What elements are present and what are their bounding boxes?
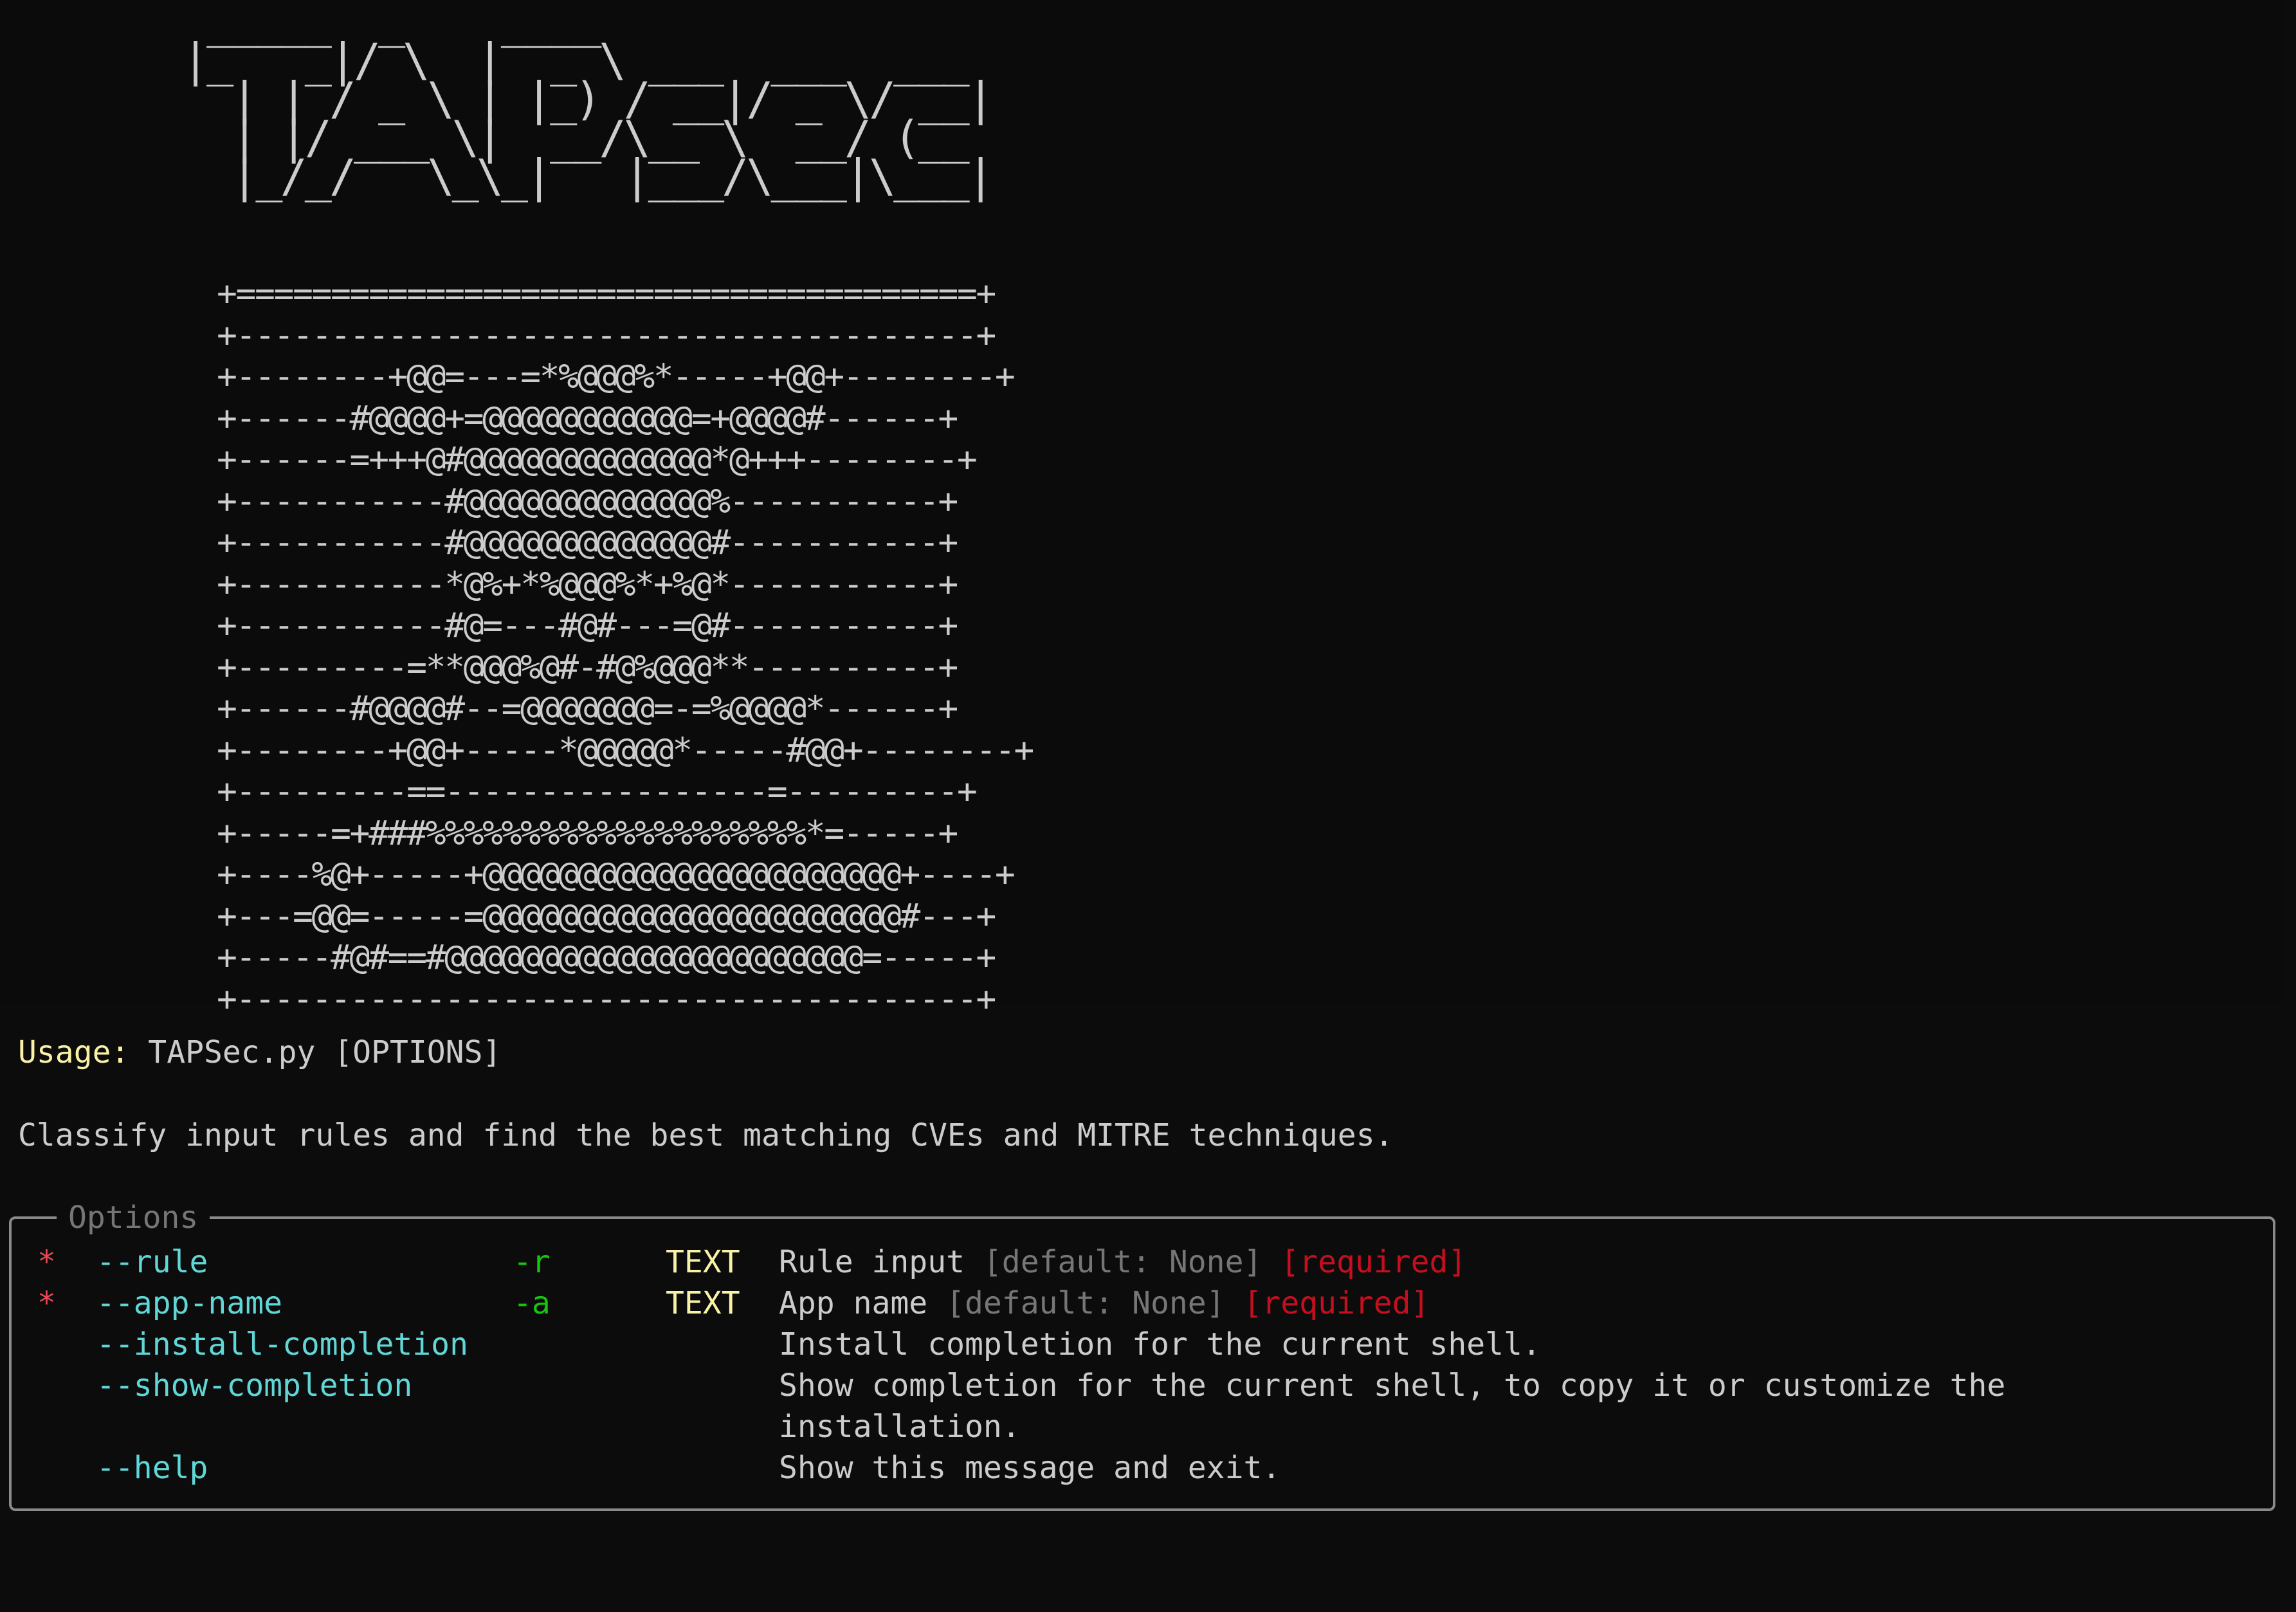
- tapsec-ascii-logo: _____ _ ____ |_ _|/ \ | _ \ ___ ___ ___ …: [182, 0, 994, 203]
- option-required: [required]: [1280, 1244, 1467, 1280]
- banner-panel: _____ _ ____ |_ _|/ \ | _ \ ___ ___ ___ …: [0, 0, 2286, 1019]
- option-help-text: Show completion for the current shell, t…: [779, 1368, 2006, 1404]
- options-panel-title: Options: [57, 1197, 210, 1238]
- usage-command: TAPSec.py [OPTIONS]: [129, 1034, 502, 1070]
- required-marker: *: [37, 1244, 56, 1280]
- option-help-text: App name: [779, 1285, 947, 1321]
- option-long-flag: --rule: [96, 1244, 208, 1280]
- option-metavar: TEXT: [666, 1244, 740, 1280]
- option-metavar: TEXT: [666, 1285, 740, 1321]
- option-short-flag: -r: [513, 1244, 551, 1280]
- option-help: Rule input [default: None] [required]: [779, 1241, 1466, 1283]
- option-default: [default: None]: [983, 1244, 1262, 1280]
- option-required: [required]: [1243, 1285, 1430, 1321]
- option-help-continuation: installation.: [779, 1409, 1021, 1445]
- option-help: App name [default: None] [required]: [779, 1283, 1429, 1324]
- option-help-text: Rule input: [779, 1244, 983, 1280]
- usage-label: Usage:: [18, 1034, 130, 1070]
- option-long-flag: --app-name: [96, 1285, 282, 1321]
- required-marker: *: [37, 1285, 56, 1321]
- options-panel: Options * --rule -r TEXT Rule input [def…: [9, 1197, 2275, 1511]
- option-help-text: Install completion for the current shell…: [779, 1326, 1541, 1362]
- shield-ascii-art: +=======================================…: [217, 274, 1034, 1019]
- option-long-flag: --install-completion: [96, 1326, 468, 1362]
- option-long-flag: --show-completion: [96, 1368, 413, 1404]
- option-help-text: Show this message and exit.: [779, 1450, 1281, 1486]
- option-row-help: --help Show this message and exit.: [12, 1447, 1280, 1612]
- usage-line: Usage: TAPSec.py [OPTIONS]: [18, 1032, 501, 1073]
- option-long-flag: --help: [96, 1450, 208, 1486]
- program-description: Classify input rules and find the best m…: [18, 1117, 1394, 1153]
- option-default: [default: None]: [946, 1285, 1225, 1321]
- option-short-flag: -a: [513, 1285, 551, 1321]
- terminal-window: _____ _ ____ |_ _|/ \ | _ \ ___ ___ ___ …: [0, 0, 2296, 1566]
